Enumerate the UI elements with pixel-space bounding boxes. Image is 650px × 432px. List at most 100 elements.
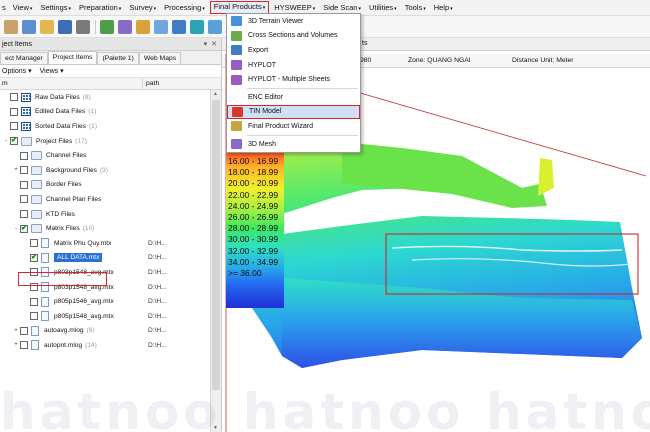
expand-icon[interactable]: + bbox=[12, 328, 20, 334]
ruler-icon[interactable] bbox=[4, 20, 18, 34]
tree-row[interactable]: Matrix Phu Quy.mtx D:\H... bbox=[0, 236, 210, 251]
menu-item-label: ENC Editor bbox=[248, 93, 284, 101]
grid-icon[interactable] bbox=[172, 20, 186, 34]
views-menu[interactable]: Views ▾ bbox=[40, 67, 64, 75]
column-header: m path bbox=[0, 77, 221, 90]
expand-icon[interactable]: + bbox=[12, 167, 20, 173]
tree-row[interactable]: - ✔ Matrix Files (10) bbox=[0, 221, 210, 236]
menu-item[interactable]: TIN Model bbox=[227, 104, 360, 120]
project-items-panel: ject Items ▾ ✕ ect Manager Project Items… bbox=[0, 38, 222, 432]
tree-row[interactable]: Sorted Data Files (1) bbox=[0, 119, 210, 134]
tree-row[interactable]: Raw Data Files (8) bbox=[0, 90, 210, 105]
tree-row[interactable]: p805p1546_avg.mtx D:\H... bbox=[0, 294, 210, 309]
zoom-icon[interactable] bbox=[136, 20, 150, 34]
menu-view[interactable]: View▾ bbox=[10, 1, 36, 14]
menu-item-icon bbox=[231, 60, 242, 71]
menu-item[interactable]: Cross Sections and Volumes bbox=[227, 29, 360, 44]
close-icon[interactable]: ✕ bbox=[211, 40, 217, 48]
undo-icon[interactable] bbox=[118, 20, 132, 34]
toolbar-separator bbox=[95, 20, 96, 34]
row-checkbox[interactable] bbox=[10, 122, 18, 131]
tree-row-count: (1) bbox=[88, 108, 97, 116]
scroll-up-icon[interactable]: ▲ bbox=[213, 91, 218, 97]
menu-item[interactable]: 3D Mesh bbox=[227, 137, 360, 152]
legend-entry: >= 36.00 bbox=[228, 268, 262, 279]
menu-preparation[interactable]: Preparation▾ bbox=[76, 1, 124, 14]
menu-item[interactable]: HYPLOT - Multiple Sheets bbox=[227, 72, 360, 87]
row-checkbox[interactable] bbox=[30, 239, 38, 248]
save-icon[interactable] bbox=[58, 20, 72, 34]
tree-row[interactable]: - ✔ Project Files (17) bbox=[0, 134, 210, 149]
column-path[interactable]: path bbox=[143, 80, 159, 87]
layers-icon[interactable] bbox=[154, 20, 168, 34]
column-name[interactable]: m bbox=[0, 77, 143, 90]
watermark: hatnoo hatnoo hatnoo hatnoo bbox=[0, 383, 650, 432]
menu-item[interactable]: Export bbox=[227, 43, 360, 58]
menu-settings[interactable]: Settings▾ bbox=[37, 1, 74, 14]
row-checkbox[interactable] bbox=[20, 326, 28, 335]
tree-row[interactable]: p805p1548_avg.mtx D:\H... bbox=[0, 309, 210, 324]
options-menu[interactable]: Options ▾ bbox=[2, 67, 32, 75]
menu-survey[interactable]: Survey▾ bbox=[126, 1, 159, 14]
scrollbar-thumb[interactable] bbox=[212, 100, 220, 390]
row-checkbox[interactable] bbox=[10, 93, 18, 102]
menu-item[interactable]: Final Product Wizard bbox=[227, 119, 360, 134]
menu-item-icon bbox=[231, 92, 242, 102]
tree-row-count: (14) bbox=[85, 341, 97, 349]
row-checkbox[interactable] bbox=[30, 312, 38, 321]
tree-row[interactable]: Channel Plan Files bbox=[0, 192, 210, 207]
edit-icon[interactable] bbox=[22, 20, 36, 34]
globe-icon[interactable] bbox=[208, 20, 222, 34]
menu-item[interactable]: 3D Terrain Viewer bbox=[227, 14, 360, 29]
menu-tools[interactable]: Tools▾ bbox=[402, 1, 429, 14]
row-checkbox[interactable] bbox=[20, 341, 28, 350]
refresh-icon[interactable] bbox=[100, 20, 114, 34]
panel-title: ject Items bbox=[2, 40, 32, 48]
expand-icon[interactable]: + bbox=[12, 342, 20, 348]
row-checkbox[interactable] bbox=[20, 195, 28, 204]
tree-row[interactable]: + autopnt.mlog (14) D:\H... bbox=[0, 338, 210, 353]
collapse-icon[interactable]: - bbox=[2, 138, 10, 144]
tree-row[interactable]: + autoavg.mlog (6) D:\H... bbox=[0, 324, 210, 339]
tab-project-items[interactable]: Project Items bbox=[47, 51, 98, 64]
tab-web-maps[interactable]: Web Maps bbox=[138, 52, 182, 64]
tree-row[interactable]: KTD Files bbox=[0, 207, 210, 222]
menu-help[interactable]: Help▾ bbox=[431, 1, 456, 14]
tab-project-manager[interactable]: ect Manager bbox=[0, 52, 48, 64]
menu-utilities[interactable]: Utilities▾ bbox=[366, 1, 400, 14]
menu-item-icon bbox=[231, 16, 242, 27]
menu-item-icon bbox=[231, 139, 242, 150]
tree-row-label: p805p1546_avg.mtx bbox=[54, 298, 114, 306]
tree-row[interactable]: + Background Files (3) bbox=[0, 163, 210, 178]
wave-icon[interactable] bbox=[190, 20, 204, 34]
tree-row-count: (3) bbox=[99, 166, 109, 174]
tree-row[interactable]: ✔ ALL DATA.mtx D:\H... bbox=[0, 251, 210, 266]
row-checkbox[interactable]: ✔ bbox=[30, 253, 38, 262]
menu-item-label: TIN Model bbox=[249, 108, 282, 116]
tree-row[interactable]: Border Files bbox=[0, 178, 210, 193]
row-checkbox[interactable] bbox=[20, 210, 28, 219]
open-folder-icon[interactable] bbox=[40, 20, 54, 34]
row-checkbox[interactable] bbox=[20, 166, 28, 175]
tab-palette[interactable]: (Palette 1) bbox=[97, 52, 139, 64]
row-checkbox[interactable] bbox=[30, 297, 38, 306]
menu-processing[interactable]: Processing▾ bbox=[161, 1, 208, 14]
row-checkbox[interactable] bbox=[10, 107, 18, 116]
tree-row-label: Channel Plan Files bbox=[46, 195, 102, 203]
tree-scrollbar[interactable]: ▲ ▼ bbox=[210, 90, 221, 432]
row-checkbox[interactable] bbox=[20, 180, 28, 189]
tree-row[interactable]: Edited Data Files (1) bbox=[0, 105, 210, 120]
tree-row-path: D:\H... bbox=[148, 341, 167, 349]
pin-icon[interactable]: ▾ bbox=[204, 40, 208, 48]
print-icon[interactable] bbox=[76, 20, 90, 34]
row-checkbox[interactable] bbox=[20, 151, 28, 160]
tree-row[interactable]: Channel Files bbox=[0, 148, 210, 163]
row-checkbox[interactable]: ✔ bbox=[10, 137, 18, 146]
collapse-icon[interactable]: - bbox=[12, 226, 20, 232]
tree-row-label: p805p1548_avg.mtx bbox=[54, 312, 114, 320]
row-checkbox[interactable]: ✔ bbox=[20, 224, 28, 233]
bathymetry-strip bbox=[342, 142, 547, 208]
menu-item-icon bbox=[231, 74, 242, 85]
menu-item[interactable]: HYPLOT bbox=[227, 58, 360, 73]
menu-item[interactable]: ENC Editor bbox=[227, 90, 360, 105]
